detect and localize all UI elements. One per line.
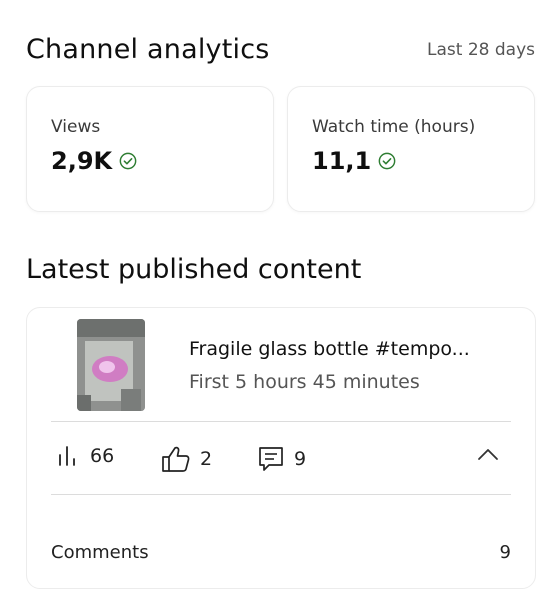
views-count: 66 (90, 445, 115, 467)
check-circle-icon (378, 152, 396, 170)
video-stats-row: 66 2 9 (57, 445, 509, 475)
views-card[interactable]: Views 2,9K (26, 86, 274, 212)
comments-stat: 9 (257, 445, 306, 473)
watch-time-card[interactable]: Watch time (hours) 11,1 (287, 86, 535, 212)
watch-time-label: Watch time (hours) (312, 117, 476, 137)
comment-icon (259, 447, 283, 471)
divider (51, 494, 511, 495)
views-label: Views (51, 117, 101, 137)
comments-count: 9 (294, 448, 307, 470)
latest-content-title: Latest published content (26, 254, 362, 285)
watch-time-value: 11,1 (312, 147, 372, 175)
likes-count: 2 (200, 448, 213, 470)
views-value-row: 2,9K (51, 147, 137, 175)
period-label[interactable]: Last 28 days (427, 40, 535, 60)
thumbnail-image (77, 319, 145, 411)
bar-chart-icon (59, 446, 75, 466)
page-title: Channel analytics (26, 34, 270, 65)
views-stat: 66 (57, 445, 114, 467)
views-value: 2,9K (51, 147, 113, 175)
latest-content-card[interactable]: Fragile glass bottle #tempo... First 5 h… (26, 307, 536, 589)
video-title[interactable]: Fragile glass bottle #tempo... (189, 338, 470, 360)
video-published-time: First 5 hours 45 minutes (189, 371, 420, 393)
watch-time-value-row: 11,1 (312, 147, 396, 175)
divider (51, 421, 511, 422)
analytics-header: Channel analytics Last 28 days (26, 34, 535, 65)
likes-stat: 2 (161, 445, 212, 473)
thumbs-up-icon (162, 446, 190, 472)
chevron-up-icon[interactable] (477, 447, 499, 461)
check-circle-icon (119, 152, 137, 170)
video-thumbnail[interactable] (77, 319, 145, 411)
